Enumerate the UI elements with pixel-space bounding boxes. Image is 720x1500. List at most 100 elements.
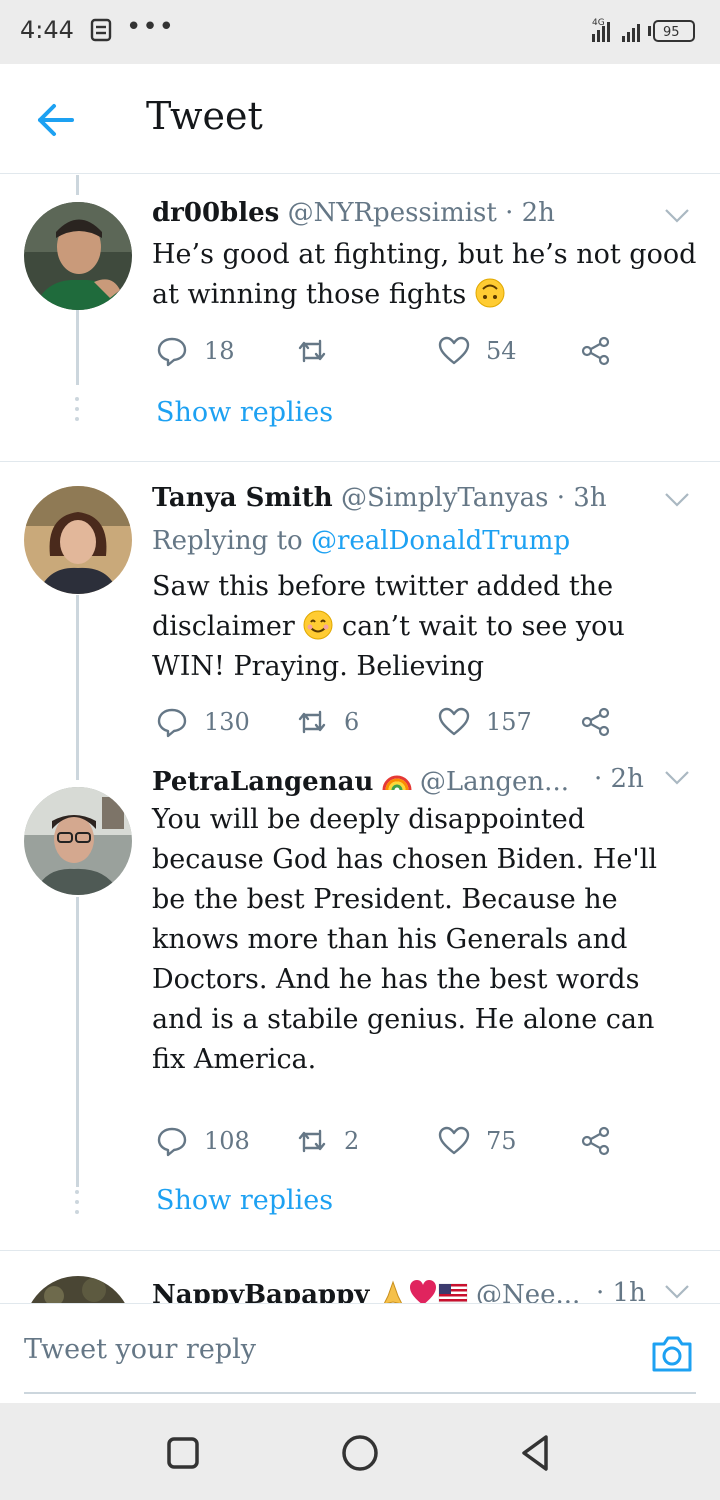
reply-icon xyxy=(157,708,187,738)
signal-battery-icons: 4G 95 xyxy=(592,18,695,42)
retweet-button[interactable]: 6 xyxy=(296,705,359,739)
tweet-header: NappyBapappy @Nee... xyxy=(152,1278,622,1303)
home-icon[interactable] xyxy=(340,1433,380,1473)
tweet-timeline[interactable]: dr00bles @NYRpessimist · 2h He’s good at… xyxy=(0,175,720,1303)
tweet-text: He’s good at fighting, but he’s not good… xyxy=(152,235,702,315)
heart-icon xyxy=(438,707,470,736)
like-button[interactable]: 75 xyxy=(438,1124,517,1158)
display-name[interactable]: PetraLangenau xyxy=(152,767,373,797)
tweet-actions: 108 2 75 xyxy=(156,1124,626,1158)
tweet-text-line: at winning those fights xyxy=(152,275,702,315)
share-icon xyxy=(581,336,610,366)
tweet-header: dr00bles @NYRpessimist · 2h xyxy=(152,198,692,228)
tweet-nappybapappy[interactable]: NappyBapappy @Nee... · 1h xyxy=(0,1251,720,1303)
red-heart-emoji-icon xyxy=(409,1280,436,1303)
share-button[interactable] xyxy=(580,705,612,739)
like-count: 54 xyxy=(486,337,517,365)
reply-button[interactable]: 130 xyxy=(156,705,250,739)
tweet-text-line: disclaimer xyxy=(152,611,295,642)
more-notifications-icon: ••• xyxy=(126,12,176,42)
tweet-dr00bles[interactable]: dr00bles @NYRpessimist · 2h He’s good at… xyxy=(0,175,720,461)
reply-count: 18 xyxy=(204,337,235,365)
tweet-text-line: because God has chosen Biden. He'll xyxy=(152,844,657,875)
show-replies-link[interactable]: Show replies xyxy=(156,1185,333,1216)
tweet-text-line: Doctors. And he has the best words xyxy=(152,964,640,995)
page-title: Tweet xyxy=(146,94,263,138)
back-icon[interactable] xyxy=(516,1433,556,1473)
system-navigation-bar xyxy=(0,1403,720,1500)
show-replies-link[interactable]: Show replies xyxy=(156,397,333,428)
tweet-text-line: can’t wait to see you xyxy=(333,611,625,642)
heart-icon xyxy=(438,1126,470,1155)
notification-icon xyxy=(90,18,112,42)
chevron-down-icon[interactable] xyxy=(664,207,690,225)
handle: @Nee... xyxy=(475,1280,581,1303)
tweet-text-line: WIN! Praying. Believing xyxy=(152,651,485,682)
tweet-text-line: be the best President. Because he xyxy=(152,884,618,915)
chevron-down-icon[interactable] xyxy=(664,769,690,787)
like-button[interactable]: 157 xyxy=(438,705,532,739)
tweet-header: Tanya Smith @SimplyTanyas · 3h xyxy=(152,483,692,513)
status-bar: 4:44 ••• 4G 95 xyxy=(0,0,720,64)
display-name[interactable]: Tanya Smith xyxy=(152,483,333,513)
like-count: 157 xyxy=(486,708,532,736)
status-time: 4:44 xyxy=(20,16,74,44)
reply-icon xyxy=(157,337,187,367)
avatar[interactable] xyxy=(24,1276,132,1303)
us-flag-emoji-icon xyxy=(438,1283,467,1303)
handle-and-time: @NYRpessimist · 2h xyxy=(287,198,555,228)
reply-count: 108 xyxy=(204,1127,250,1155)
reply-icon xyxy=(157,1127,187,1157)
folded-hands-emoji-icon xyxy=(383,1280,402,1303)
like-count: 75 xyxy=(486,1127,517,1155)
retweet-count: 6 xyxy=(344,708,360,736)
tweet-header: PetraLangenau @Langen... xyxy=(152,764,632,797)
rainbow-emoji-icon xyxy=(382,775,412,791)
retweet-button[interactable] xyxy=(296,334,344,368)
tweet-actions: 130 6 157 xyxy=(156,705,626,739)
tweet-text-line: Saw this before twitter added the xyxy=(152,571,614,602)
recent-apps-icon[interactable] xyxy=(163,1433,203,1473)
retweet-icon xyxy=(298,1129,326,1153)
replying-to-prefix: Replying to xyxy=(152,526,311,556)
replying-to-line: Replying to @realDonaldTrump xyxy=(152,526,570,556)
heart-icon xyxy=(438,336,470,365)
tweet-text: Saw this before twitter added the discla… xyxy=(152,567,702,687)
tweet-text-line: disclaimer can’t wait to see you xyxy=(152,607,702,647)
chevron-down-icon[interactable] xyxy=(664,491,690,509)
avatar[interactable] xyxy=(24,202,132,310)
share-button[interactable] xyxy=(580,334,612,368)
retweet-button[interactable]: 2 xyxy=(296,1124,359,1158)
share-button[interactable] xyxy=(580,1124,612,1158)
tweet-tanya-smith[interactable]: Tanya Smith @SimplyTanyas · 3h Replying … xyxy=(0,462,720,772)
display-name[interactable]: NappyBapappy xyxy=(152,1280,369,1303)
camera-icon[interactable] xyxy=(650,1334,694,1374)
tweet-text-line: at winning those fights xyxy=(152,279,467,310)
back-arrow-icon[interactable] xyxy=(34,100,78,140)
avatar[interactable] xyxy=(24,787,132,895)
like-button[interactable]: 54 xyxy=(438,334,517,368)
tweet-actions: 18 54 xyxy=(156,334,626,368)
display-name[interactable]: dr00bles xyxy=(152,198,279,228)
share-icon xyxy=(581,1126,610,1156)
retweet-icon xyxy=(298,339,326,363)
top-header: Tweet xyxy=(0,64,720,174)
tweet-text-line: He’s good at fighting, but he’s not good xyxy=(152,239,697,270)
tweet-time: · 1h xyxy=(596,1278,646,1303)
retweet-count: 2 xyxy=(344,1127,360,1155)
chevron-down-icon[interactable] xyxy=(664,1283,690,1301)
tweet-text-line: and is a stabile genius. He alone can xyxy=(152,1004,655,1035)
reply-button[interactable]: 18 xyxy=(156,334,235,368)
reply-input[interactable]: Tweet your reply xyxy=(24,1334,624,1380)
smiling-face-emoji-icon xyxy=(303,610,333,640)
replying-to-mention[interactable]: @realDonaldTrump xyxy=(311,526,570,556)
tweet-petralangenau[interactable]: PetraLangenau @Langen... · 2h You will b… xyxy=(0,764,720,1250)
avatar[interactable] xyxy=(24,486,132,594)
handle: @Langen... xyxy=(419,767,569,797)
tweet-text-line: fix America. xyxy=(152,1044,317,1075)
handle-and-time: @SimplyTanyas · 3h xyxy=(340,483,607,513)
reply-count: 130 xyxy=(204,708,250,736)
reply-button[interactable]: 108 xyxy=(156,1124,250,1158)
tweet-text: You will be deeply disappointed because … xyxy=(152,800,702,1080)
tweet-time: · 2h xyxy=(594,764,644,794)
